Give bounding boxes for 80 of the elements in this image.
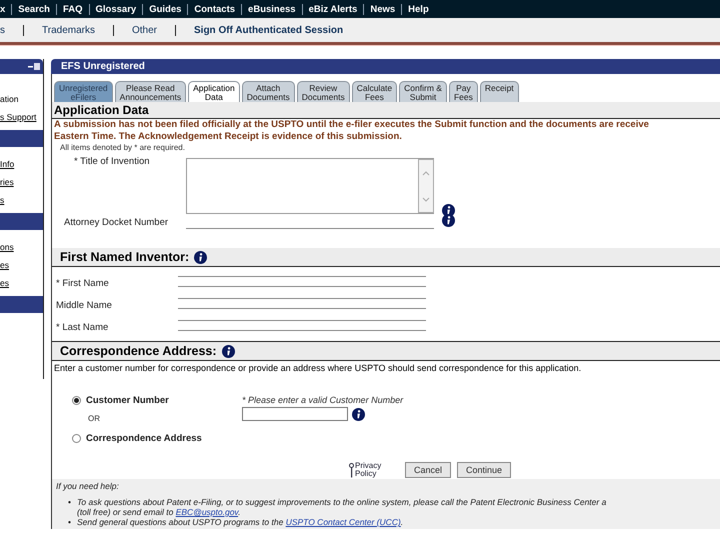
section-heading: Correspondence Address: (60, 344, 217, 358)
help-text: Send general questions about USPTO programs to the USPTO Contact Center (UCC). (76, 517, 404, 527)
radio-label: Correspondence Address (86, 433, 202, 444)
nav-link[interactable]: s (0, 24, 23, 36)
info-icon[interactable] (352, 408, 365, 420)
text-field[interactable] (178, 276, 426, 287)
notice-text: A submission has not been filed officially at the USPTO until the e-filer executes the Submit function and the documents are receive (53, 119, 650, 131)
field-label: * First Name (55, 278, 110, 289)
nav-link[interactable]: Help (401, 4, 435, 14)
nav-link[interactable]: Sign Off Authenticated Session (175, 24, 362, 36)
help-text: To ask questions about Patent e-Filing, or to suggest improvements to the online system, please call the Patent Electronic Business Center a (76, 497, 606, 507)
tab[interactable]: Review Documents (296, 81, 350, 102)
radio-button[interactable] (72, 434, 81, 443)
nav-link[interactable]: eBiz Alerts (302, 4, 364, 14)
nav-link[interactable]: Search (11, 4, 56, 14)
tab[interactable]: Pay Fees (448, 81, 478, 102)
radio-option[interactable]: Correspondence Address (52, 433, 242, 444)
bullet: • (68, 517, 71, 527)
panel-title: EFS Unregistered (51, 59, 720, 74)
sidebar-link[interactable]: ons (0, 242, 43, 252)
section-heading: First Named Inventor: (60, 250, 190, 264)
tab[interactable]: Application Data (188, 81, 240, 102)
field-label: * Last Name (55, 322, 110, 333)
or-text: OR (87, 413, 101, 425)
tab[interactable]: Confirm & Submit (399, 81, 447, 102)
privacy-link[interactable]: Privacy Policy (349, 462, 385, 478)
tab[interactable]: Attach Documents (242, 81, 295, 102)
scroll-down-icon[interactable] (422, 196, 430, 202)
nav-link[interactable]: News (363, 4, 402, 14)
sidebar-link[interactable]: es (0, 260, 43, 270)
sidebar-link[interactable]: ries (0, 177, 43, 187)
nav-link[interactable]: Contacts (187, 4, 242, 14)
sidebar-text: ation (0, 94, 20, 104)
action-button[interactable]: Cancel (405, 462, 452, 478)
sidebar-link[interactable]: Info (0, 159, 43, 169)
text-link[interactable]: EBC@uspto.gov (176, 507, 238, 517)
sidebar-section-bar (0, 213, 43, 230)
tab[interactable]: Receipt (480, 81, 519, 102)
help-text: (toll free) or send email to EBC@uspto.gov. (76, 507, 242, 517)
info-icon[interactable] (442, 214, 455, 227)
nav-link[interactable]: Glossary (88, 4, 142, 14)
customer-number-field[interactable] (242, 407, 348, 421)
sidebar-section-bar (0, 130, 43, 147)
tab[interactable]: Unregistered eFilers (54, 81, 113, 102)
sidebar-link[interactable]: es (0, 278, 43, 288)
text-link[interactable]: USPTO Contact Center (UCC) (286, 517, 401, 527)
notice-text: Eastern Time. The Acknowledgement Receipt is evidence of this submission. (53, 131, 403, 143)
nav-link[interactable]: Guides (142, 4, 188, 14)
nav-link[interactable]: FAQ (56, 4, 89, 14)
radio-label: Customer Number (86, 395, 169, 406)
scrollbar[interactable] (418, 159, 434, 213)
nav-link[interactable]: eBusiness (241, 4, 302, 14)
sidebar-section-bar (0, 296, 43, 313)
nav-link[interactable]: Other (112, 24, 175, 36)
radio-option[interactable]: Customer Number (52, 395, 242, 406)
action-button[interactable]: Continue (457, 462, 512, 478)
nav-link[interactable]: x (0, 4, 12, 14)
hint-text: * Please enter a valid Customer Number (242, 395, 404, 405)
text-field[interactable] (178, 298, 426, 309)
scroll-up-icon[interactable] (422, 170, 430, 176)
info-icon[interactable] (194, 250, 208, 264)
tab[interactable]: Please Read Announcements (114, 81, 186, 102)
tab[interactable]: Calculate Fees (352, 81, 398, 102)
section-heading: Application Data (52, 102, 720, 119)
field-label: Attorney Docket Number (63, 216, 170, 228)
info-icon[interactable] (222, 344, 235, 358)
key-icon (349, 462, 354, 478)
field-label: Middle Name (55, 300, 113, 311)
radio-button[interactable] (72, 396, 81, 405)
required-note: All items denoted by * are required. (59, 143, 186, 152)
sidebar-link[interactable]: s (0, 195, 43, 205)
help-title: If you need help: (56, 481, 120, 491)
sidebar-link[interactable]: s Support (0, 112, 43, 122)
text-area[interactable] (186, 158, 434, 214)
bullet: • (68, 497, 71, 509)
instruction-text: Enter a customer number for correspondence or provide an address where USPTO should send correspondence for this application. (53, 362, 582, 375)
field-label: * Title of Invention (73, 156, 151, 167)
minimize-icon[interactable] (28, 65, 33, 68)
nav-link[interactable]: Trademarks (23, 24, 113, 36)
text-field[interactable] (178, 320, 426, 331)
